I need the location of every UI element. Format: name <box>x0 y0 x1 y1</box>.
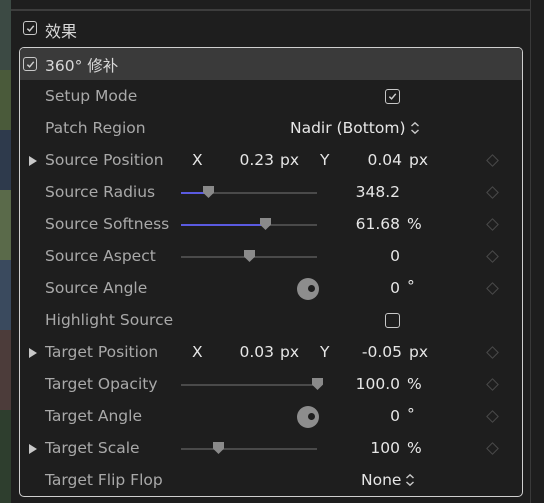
source-position-label: Source Position <box>45 151 164 169</box>
target-scale-unit: % <box>407 439 422 457</box>
chevron-updown-icon <box>406 473 415 487</box>
highlight-source-checkbox[interactable] <box>385 313 400 328</box>
source-radius-slider[interactable] <box>181 186 317 198</box>
target-opacity-unit: % <box>407 375 422 393</box>
checkmark-icon <box>26 60 34 68</box>
thumbnail[interactable] <box>0 0 11 70</box>
thumbnail[interactable] <box>0 190 11 260</box>
effects-section-checkbox[interactable] <box>23 21 37 35</box>
source-softness-unit: % <box>407 215 422 233</box>
target-flip-flop-label: Target Flip Flop <box>45 471 163 489</box>
source-angle-unit: ° <box>407 277 415 295</box>
source-position-x-label: X <box>192 151 203 169</box>
thumbnail[interactable] <box>0 260 11 330</box>
source-angle-dial[interactable] <box>297 278 319 300</box>
highlight-source-label: Highlight Source <box>45 311 174 329</box>
thumbnail[interactable] <box>0 130 11 190</box>
source-position-y-label: Y <box>320 151 330 169</box>
target-angle-unit: ° <box>407 405 415 423</box>
section-title: 效果 <box>45 22 78 41</box>
target-position-x-label: X <box>192 343 203 361</box>
target-position-label: Target Position <box>45 343 159 361</box>
dial-indicator <box>308 285 315 292</box>
checkmark-icon <box>26 24 34 32</box>
section-divider <box>11 9 531 11</box>
chevron-updown-icon <box>410 121 419 135</box>
thumbnail[interactable] <box>0 330 11 410</box>
source-position-x-unit: px <box>280 151 300 169</box>
target-position-x-value[interactable]: 0.03 <box>238 343 274 361</box>
target-scale-value[interactable]: 100 <box>340 439 400 457</box>
target-opacity-label: Target Opacity <box>45 375 158 393</box>
setup-mode-checkbox[interactable] <box>385 89 400 104</box>
target-scale-disclosure-icon[interactable] <box>29 444 37 454</box>
thumbnail[interactable] <box>0 70 11 130</box>
slider-fill <box>181 448 218 450</box>
slider-fill <box>181 256 249 258</box>
source-radius-label: Source Radius <box>45 183 156 201</box>
checkmark-icon <box>388 93 397 100</box>
patch-region-label: Patch Region <box>45 119 146 137</box>
dial-indicator <box>308 413 315 420</box>
thumbnail[interactable] <box>0 410 11 503</box>
effect-title: 360° 修补 <box>45 57 119 75</box>
thumbnail-strip[interactable] <box>0 0 11 503</box>
source-softness-value[interactable]: 61.68 <box>340 215 400 233</box>
patch-region-value: Nadir (Bottom) <box>290 119 406 137</box>
source-angle-label: Source Angle <box>45 279 148 297</box>
source-position-y-unit: px <box>409 151 429 169</box>
source-softness-slider[interactable] <box>181 218 317 230</box>
target-position-x-unit: px <box>280 343 300 361</box>
target-scale-slider[interactable] <box>181 442 317 454</box>
source-position-disclosure-icon[interactable] <box>29 156 37 166</box>
slider-fill <box>181 224 265 226</box>
source-position-x-value[interactable]: 0.23 <box>238 151 274 169</box>
panel-divider <box>530 0 531 503</box>
target-angle-value[interactable]: 0 <box>340 407 400 425</box>
source-angle-value[interactable]: 0 <box>340 279 400 297</box>
source-aspect-slider[interactable] <box>181 250 317 262</box>
slider-fill <box>181 384 317 386</box>
target-position-disclosure-icon[interactable] <box>29 348 37 358</box>
source-position-y-value[interactable]: 0.04 <box>360 151 402 169</box>
target-angle-dial[interactable] <box>297 406 319 428</box>
target-position-y-unit: px <box>409 343 429 361</box>
source-aspect-value[interactable]: 0 <box>340 247 400 265</box>
target-angle-label: Target Angle <box>45 407 142 425</box>
setup-mode-label: Setup Mode <box>45 87 138 105</box>
target-opacity-value[interactable]: 100.0 <box>340 375 400 393</box>
effect-enable-checkbox[interactable] <box>23 57 37 71</box>
target-position-y-value[interactable]: -0.05 <box>352 343 402 361</box>
target-position-y-label: Y <box>320 343 330 361</box>
target-flip-flop-value: None <box>361 471 402 489</box>
target-flip-flop-popup[interactable]: None <box>361 471 415 489</box>
source-radius-value[interactable]: 348.2 <box>340 183 400 201</box>
patch-region-popup[interactable]: Nadir (Bottom) <box>290 119 420 137</box>
source-aspect-label: Source Aspect <box>45 247 156 265</box>
effect-panel <box>19 47 523 497</box>
source-softness-label: Source Softness <box>45 215 170 233</box>
target-opacity-slider[interactable] <box>181 378 323 390</box>
target-scale-label: Target Scale <box>45 439 140 457</box>
